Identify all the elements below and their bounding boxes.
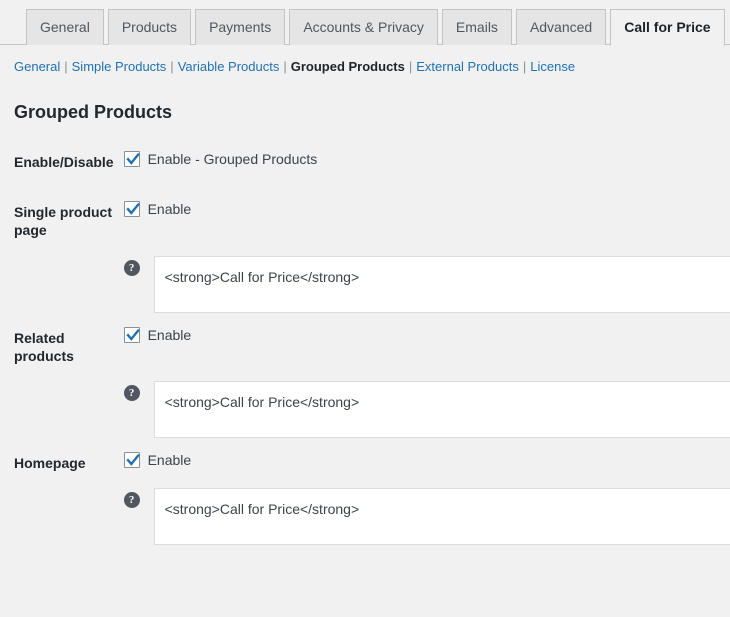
checkbox-label-single-product-page[interactable]: Enable: [148, 201, 192, 217]
tab-accounts-privacy[interactable]: Accounts & Privacy: [289, 9, 438, 45]
row-field-single-product-page: Enable: [123, 187, 730, 255]
help-question-glyph: ?: [123, 259, 140, 276]
checkbox-single-product-page[interactable]: [123, 201, 140, 218]
textarea-homepage-message[interactable]: <strong>Call for Price</strong>: [153, 488, 730, 546]
table-row: ? <strong>Call for Price</strong>: [0, 380, 730, 438]
row-label-related-products: Related products: [14, 329, 74, 364]
textarea-block-related-products: ? <strong>Call for Price</strong>: [123, 380, 730, 438]
subnav-separator: |: [283, 59, 287, 74]
table-row: Enable/Disable Enable - Grouped Products: [0, 137, 730, 187]
page-title: Grouped Products: [14, 102, 173, 122]
tab-advanced[interactable]: Advanced: [515, 9, 607, 45]
checkbox-label-related-products[interactable]: Enable: [148, 327, 192, 343]
checkbox-label-homepage[interactable]: Enable: [148, 452, 192, 468]
tab-call-for-price[interactable]: Call for Price: [610, 9, 725, 46]
subnav-item-grouped-products[interactable]: Grouped Products: [291, 59, 405, 74]
row-field-related-products-text: ? <strong>Call for Price</strong>: [123, 380, 730, 438]
subnav-item-external-products[interactable]: External Products: [416, 59, 519, 74]
subnav-item-simple-products[interactable]: Simple Products: [72, 59, 167, 74]
row-field-homepage: Enable: [123, 438, 730, 488]
help-question-icon[interactable]: ?: [123, 259, 140, 276]
row-field-single-product-page-text: ? <strong>Call for Price</strong>: [123, 255, 730, 313]
help-question-icon[interactable]: ?: [123, 492, 140, 509]
row-label-homepage: Homepage: [14, 454, 86, 471]
textarea-block-homepage: ? <strong>Call for Price</strong>: [123, 488, 730, 546]
subnav-item-general[interactable]: General: [14, 59, 60, 74]
row-label-enable-disable: Enable/Disable: [14, 154, 114, 170]
table-row: ? <strong>Call for Price</strong>: [0, 255, 730, 313]
textarea-block-single-product-page: ? <strong>Call for Price</strong>: [123, 255, 730, 313]
subnav-separator: |: [170, 59, 174, 74]
checkbox-group-related-products[interactable]: Enable: [123, 326, 730, 343]
checkbox-related-products[interactable]: [123, 326, 140, 343]
tab-payments[interactable]: Payments: [195, 9, 286, 45]
sub-navigation: General | Simple Products | Variable Product…: [0, 45, 730, 77]
tab-general[interactable]: General: [26, 9, 104, 45]
tab-products[interactable]: Products: [107, 9, 192, 45]
table-row: Homepage Enable: [0, 438, 730, 488]
row-field-homepage-text: ? <strong>Call for Price</strong>: [123, 488, 730, 546]
row-field-related-products: Enable: [123, 313, 730, 381]
help-question-glyph: ?: [123, 384, 140, 401]
table-row: Related products Enable: [0, 313, 730, 381]
checkbox-group-enable-grouped-products[interactable]: Enable - Grouped Products: [123, 151, 730, 167]
checkbox-group-homepage[interactable]: Enable: [123, 451, 730, 468]
row-spacer: [0, 381, 124, 438]
row-spacer: [0, 256, 124, 313]
tab-emails[interactable]: Emails: [441, 9, 512, 45]
settings-form-table: Enable/Disable Enable - Grouped Products…: [0, 137, 730, 546]
textarea-related-products-message[interactable]: <strong>Call for Price</strong>: [153, 380, 730, 438]
checkbox-label-enable-grouped-products[interactable]: Enable - Grouped Products: [148, 151, 318, 167]
subnav-separator: |: [64, 59, 68, 74]
table-row: ? <strong>Call for Price</strong>: [0, 488, 730, 546]
subnav-item-variable-products[interactable]: Variable Products: [178, 59, 280, 74]
subnav-item-license[interactable]: License: [530, 59, 575, 74]
subnav-separator: |: [522, 59, 527, 74]
checkbox-homepage[interactable]: [123, 451, 140, 468]
checkbox-enable-grouped-products[interactable]: [123, 151, 140, 167]
help-question-icon[interactable]: ?: [123, 384, 140, 401]
table-row: Single product page Enable: [0, 187, 730, 255]
row-label-single-product-page: Single product page: [14, 204, 112, 239]
textarea-single-product-page-message[interactable]: <strong>Call for Price</strong>: [153, 255, 730, 313]
settings-tab-bar: General Products Payments Accounts & Privac…: [0, 0, 730, 46]
subnav-separator: |: [408, 59, 413, 74]
row-spacer: [0, 488, 124, 545]
checkbox-group-single-product-page[interactable]: Enable: [123, 201, 730, 218]
help-question-glyph: ?: [123, 492, 140, 509]
row-field-enable-disable: Enable - Grouped Products: [123, 137, 730, 187]
